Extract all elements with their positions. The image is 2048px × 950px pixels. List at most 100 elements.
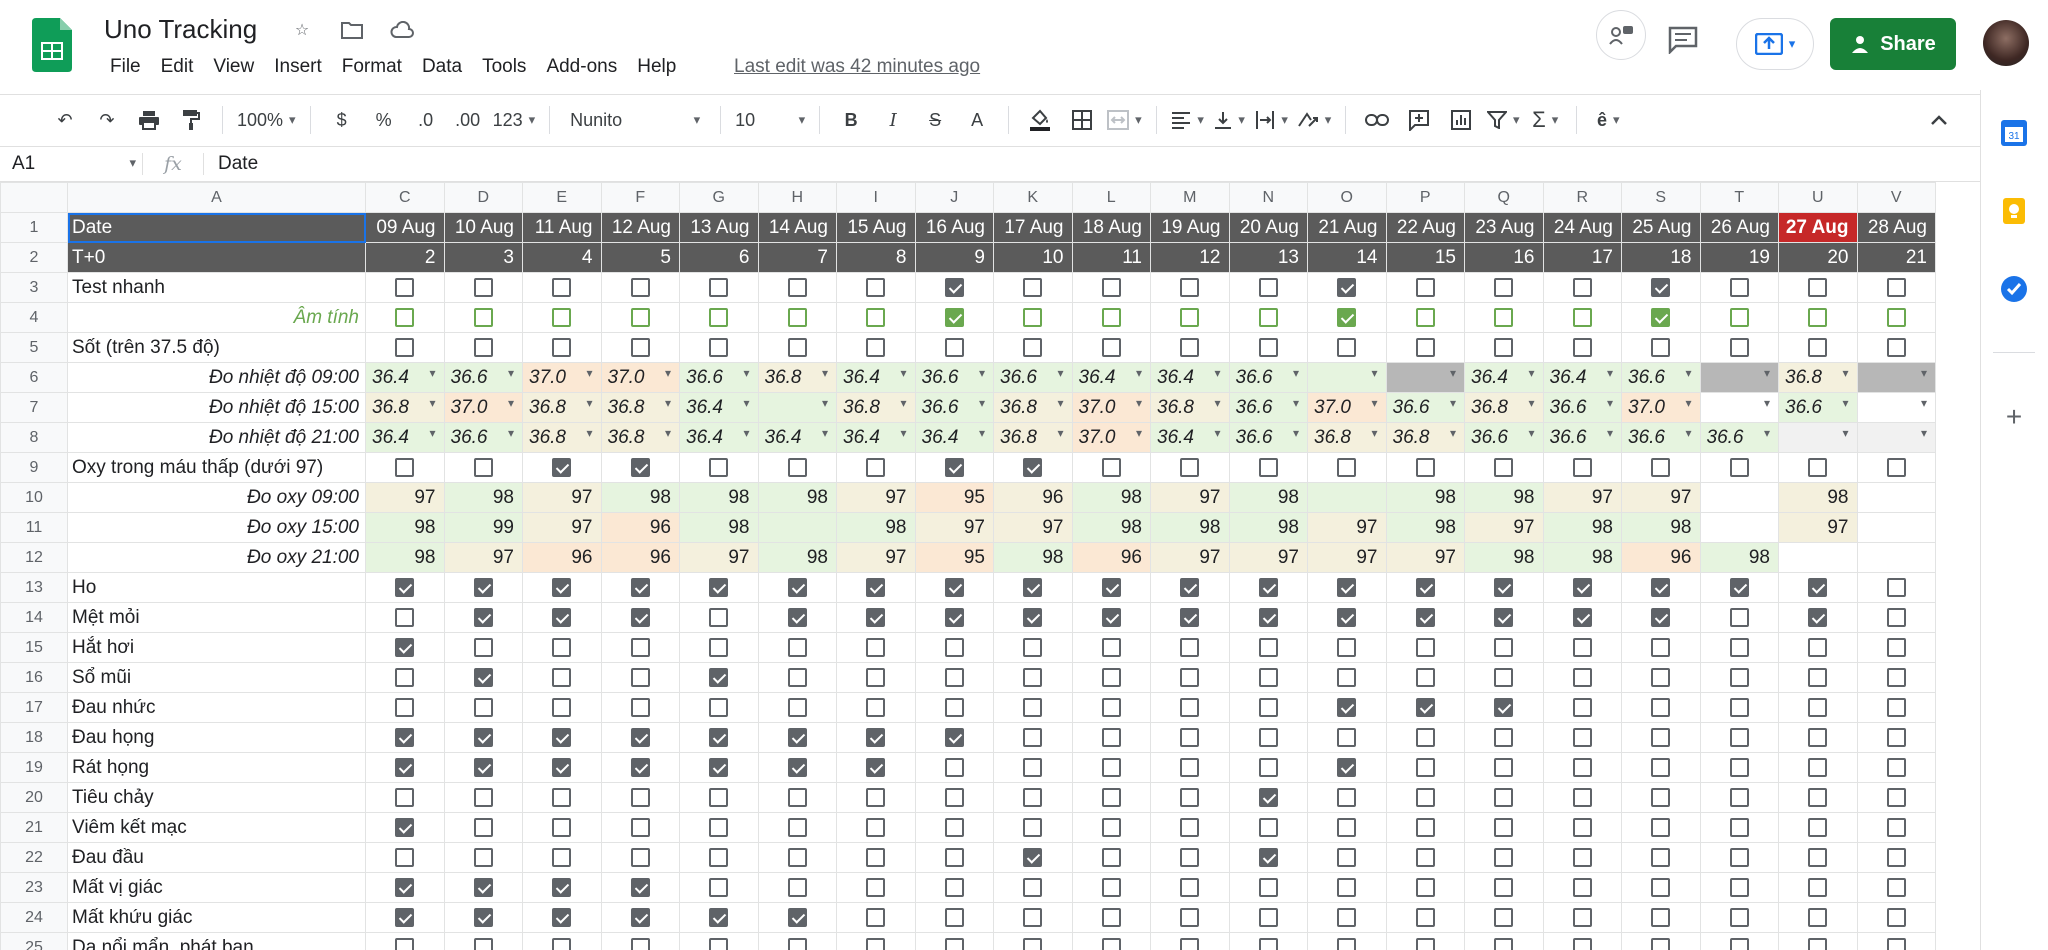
checkbox-unchecked[interactable] (1101, 847, 1121, 867)
checkbox-checked[interactable] (1258, 607, 1278, 627)
checkbox-cell[interactable] (600, 752, 680, 783)
checkbox-cell[interactable] (993, 812, 1073, 843)
checkbox-cell[interactable] (1621, 692, 1701, 723)
oxygen-cell[interactable]: 98 (1385, 512, 1465, 543)
temperature-dropdown-cell[interactable]: 36.4 (679, 422, 759, 453)
checkbox-unchecked[interactable] (473, 307, 493, 327)
checkbox-cell[interactable] (1856, 272, 1936, 303)
checkbox-unchecked[interactable] (395, 607, 415, 627)
checkbox-unchecked[interactable] (787, 937, 807, 950)
checkbox-cell[interactable] (1150, 302, 1230, 333)
checkbox-unchecked[interactable] (1180, 307, 1200, 327)
checkbox-unchecked[interactable] (1101, 907, 1121, 927)
checkbox-cell[interactable] (1621, 842, 1701, 873)
checkbox-cell[interactable] (1071, 302, 1151, 333)
checkbox-unchecked[interactable] (1180, 697, 1200, 717)
column-header-d[interactable]: D (443, 182, 523, 213)
present-button[interactable]: ▾ (1736, 18, 1814, 70)
checkbox-cell[interactable] (522, 662, 602, 693)
checkbox-unchecked[interactable] (1101, 307, 1121, 327)
date-cell[interactable]: 15 Aug (836, 212, 916, 243)
checkbox-cell[interactable] (679, 602, 759, 633)
checkbox-cell[interactable] (914, 572, 994, 603)
row-label-cell[interactable]: Tiêu chảy (67, 782, 366, 813)
text-color-button[interactable]: A (956, 102, 998, 138)
checkbox-unchecked[interactable] (552, 697, 572, 717)
checkbox-unchecked[interactable] (1886, 457, 1906, 477)
checkbox-cell[interactable] (836, 872, 916, 903)
formula-input[interactable]: Date (204, 153, 258, 175)
checkbox-unchecked[interactable] (630, 307, 650, 327)
checkbox-unchecked[interactable] (1415, 817, 1435, 837)
checkbox-cell[interactable] (914, 722, 994, 753)
checkbox-unchecked[interactable] (1258, 307, 1278, 327)
checkbox-checked[interactable] (1572, 577, 1592, 597)
checkbox-unchecked[interactable] (552, 307, 572, 327)
checkbox-cell[interactable] (443, 722, 523, 753)
checkbox-unchecked[interactable] (473, 847, 493, 867)
checkbox-unchecked[interactable] (630, 337, 650, 357)
checkbox-unchecked[interactable] (1572, 877, 1592, 897)
date-cell[interactable]: 27 Aug (1778, 212, 1858, 243)
checkbox-unchecked[interactable] (1337, 637, 1357, 657)
checkbox-cell[interactable] (522, 632, 602, 663)
date-cell[interactable]: 16 Aug (914, 212, 994, 243)
checkbox-unchecked[interactable] (944, 937, 964, 950)
oxygen-cell[interactable]: 98 (1621, 512, 1701, 543)
checkbox-unchecked[interactable] (787, 667, 807, 687)
checkbox-cell[interactable] (1150, 722, 1230, 753)
checkbox-cell[interactable] (1542, 692, 1622, 723)
checkbox-cell[interactable] (600, 842, 680, 873)
checkbox-unchecked[interactable] (1023, 757, 1043, 777)
checkbox-unchecked[interactable] (552, 637, 572, 657)
row-header-16[interactable]: 16 (0, 662, 68, 693)
checkbox-unchecked[interactable] (1729, 787, 1749, 807)
checkbox-cell[interactable] (1542, 872, 1622, 903)
checkbox-cell[interactable] (836, 722, 916, 753)
temperature-dropdown-cell[interactable]: 36.6 (1228, 362, 1308, 393)
checkbox-cell[interactable] (1071, 272, 1151, 303)
checkbox-cell[interactable] (600, 632, 680, 663)
temperature-dropdown-cell[interactable] (1856, 392, 1936, 423)
checkbox-unchecked[interactable] (473, 337, 493, 357)
checkbox-cell[interactable] (679, 782, 759, 813)
checkbox-cell[interactable] (600, 932, 680, 950)
checkbox-checked[interactable] (1337, 577, 1357, 597)
checkbox-unchecked[interactable] (1572, 757, 1592, 777)
checkbox-cell[interactable] (1699, 692, 1779, 723)
checkbox-unchecked[interactable] (1415, 667, 1435, 687)
checkbox-checked[interactable] (1180, 577, 1200, 597)
checkbox-cell[interactable] (1385, 722, 1465, 753)
checkbox-cell[interactable] (1856, 632, 1936, 663)
checkbox-checked[interactable] (552, 457, 572, 477)
checkbox-cell[interactable] (836, 272, 916, 303)
checkbox-cell[interactable] (1464, 782, 1544, 813)
checkbox-unchecked[interactable] (1494, 787, 1514, 807)
checkbox-unchecked[interactable] (1808, 307, 1828, 327)
checkbox-cell[interactable] (443, 782, 523, 813)
font-family-select[interactable]: Nunito (560, 102, 710, 138)
checkbox-cell[interactable] (1071, 782, 1151, 813)
checkbox-cell[interactable] (1307, 872, 1387, 903)
checkbox-cell[interactable] (1856, 332, 1936, 363)
checkbox-unchecked[interactable] (1101, 667, 1121, 687)
checkbox-cell[interactable] (1464, 272, 1544, 303)
temperature-dropdown-cell[interactable]: 36.4 (836, 422, 916, 453)
oxygen-cell[interactable]: 97 (679, 542, 759, 573)
checkbox-checked[interactable] (944, 607, 964, 627)
temperature-dropdown-cell[interactable]: 36.4 (757, 422, 837, 453)
checkbox-cell[interactable] (1856, 782, 1936, 813)
checkbox-unchecked[interactable] (1494, 907, 1514, 927)
checkbox-cell[interactable] (1385, 302, 1465, 333)
checkbox-unchecked[interactable] (1572, 697, 1592, 717)
checkbox-unchecked[interactable] (866, 907, 886, 927)
row-label-cell[interactable]: Sốt (trên 37.5 độ) (67, 332, 366, 363)
checkbox-unchecked[interactable] (1651, 667, 1671, 687)
checkbox-cell[interactable] (1307, 932, 1387, 950)
checkbox-cell[interactable] (1385, 902, 1465, 933)
checkbox-checked[interactable] (552, 757, 572, 777)
bold-button[interactable]: B (830, 102, 872, 138)
row-label-cell[interactable]: Âm tính (67, 302, 366, 333)
checkbox-cell[interactable] (1542, 842, 1622, 873)
checkbox-cell[interactable] (443, 902, 523, 933)
